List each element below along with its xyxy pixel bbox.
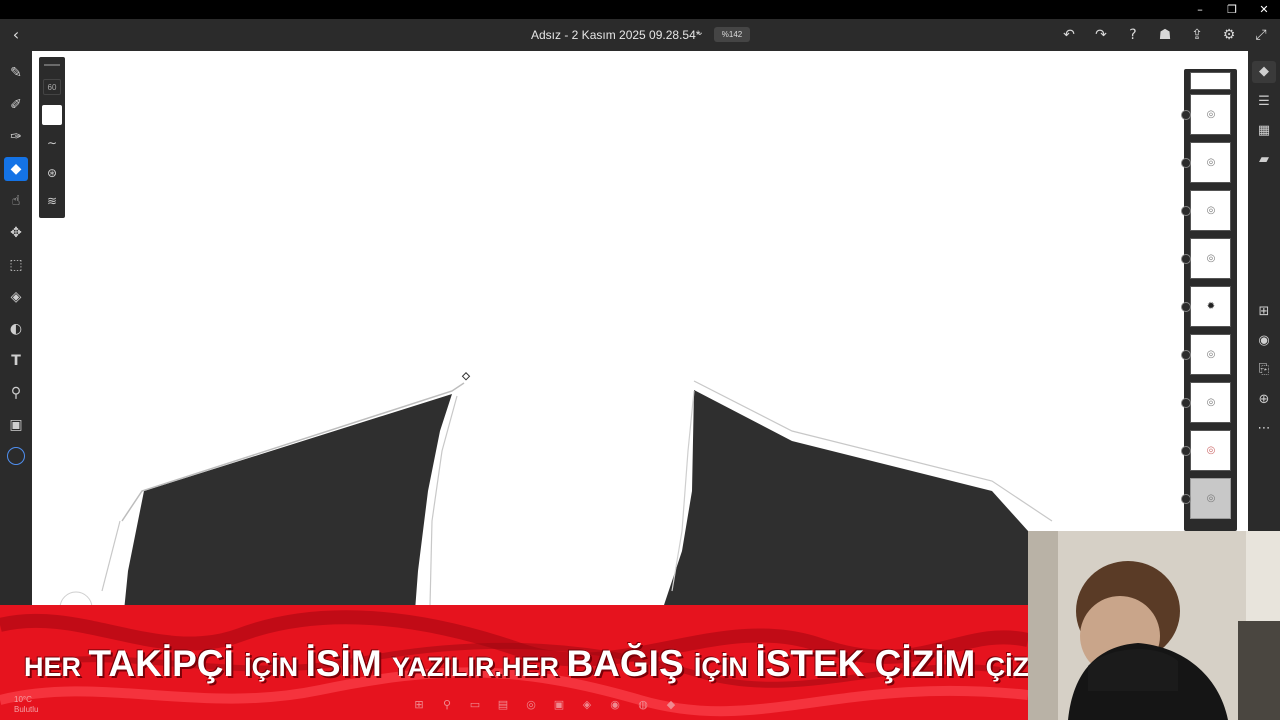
browser-icon[interactable]: ◎ [522,697,540,713]
undo-icon[interactable]: ↶ [1056,24,1082,46]
layer-thumbnail-selected[interactable]: ◎ [1181,478,1231,519]
taskbar-icons: ⊞ ⚲ ▭ ▤ ◎ ▣ ◈ ◉ ◍ ◆ [410,697,680,713]
more-icon[interactable]: ⋯ [1252,418,1276,440]
minimize-button[interactable]: – [1184,0,1216,19]
fresco-icon[interactable]: ◆ [662,697,680,713]
grid-icon[interactable]: ▦ [1252,120,1276,142]
redo-icon[interactable]: ↷ [1088,24,1114,46]
eye-hidden-icon[interactable]: ◎ [1203,443,1219,459]
app-icon[interactable]: ◈ [578,697,596,713]
liquify-icon[interactable]: ◐ [4,317,28,341]
eye-hidden-icon[interactable]: ◎ [1203,395,1219,411]
taskview-icon[interactable]: ▭ [466,697,484,713]
weather-desc: Bulutlu [14,705,39,714]
banner-word: İÇİN [693,652,756,682]
app-bar: ‹ Adsız - 2 Kasım 2025 09.28.54* ⌄ %142 … [0,19,1280,51]
banner-word: İSİM [305,643,392,684]
eyedropper-icon[interactable]: ⚲ [4,381,28,405]
taskbar-ghost: 10°C Bulutlu ⊞ ⚲ ▭ ▤ ◎ ▣ ◈ ◉ ◍ ◆ [0,692,1028,720]
sketch-line-left-outer [101,520,121,592]
store-icon[interactable]: ▣ [550,697,568,713]
learn-icon[interactable]: ☗ [1152,24,1178,46]
eraser-icon[interactable]: ◆ [4,157,28,181]
eraser-cursor [461,372,471,381]
brush-settings-icon[interactable]: ≋ [42,191,62,211]
eye-hidden-icon[interactable]: ◎ [1203,347,1219,363]
settings-icon[interactable]: ⚙ [1216,24,1242,46]
layer-thumbnail[interactable]: ◎ [1181,94,1231,135]
move-icon[interactable]: ✥ [4,221,28,245]
eye-hidden-icon[interactable]: ◎ [1203,203,1219,219]
layer-thumbnail[interactable]: ◎ [1181,334,1231,375]
right-shape [662,390,1028,611]
layer-thumbnail[interactable]: ◎ [1181,190,1231,231]
webcam-feed [1028,531,1280,720]
restore-button[interactable]: ❐ [1216,0,1248,19]
webcam-overlay [1028,531,1280,720]
banner-word: İSTEK ÇİZİM [755,643,986,684]
layer-thumbnail[interactable] [1190,72,1231,90]
visibility-icon[interactable]: ◉ [1252,330,1276,352]
app-window: – ❐ ✕ ‹ Adsız - 2 Kasım 2025 09.28.54* ⌄… [0,0,1280,720]
close-button[interactable]: ✕ [1248,0,1280,19]
weather-widget[interactable]: 10°C Bulutlu [14,695,38,715]
panel-handle[interactable] [44,64,60,66]
layer-thumbnail[interactable]: ◎ [1181,238,1231,279]
color-icon[interactable] [4,444,28,468]
brush-panel: 60 ∼ ⊛ ≋ [39,57,65,218]
back-button[interactable]: ‹ [6,25,26,45]
eye-hidden-icon[interactable]: ◎ [1203,491,1219,507]
banner-word: YAZILIR.HER [391,652,567,682]
title-bar: – ❐ ✕ [0,0,1280,19]
mixer-brush-icon[interactable]: ✑ [4,125,28,149]
top-actions: ↶ ↷ ? ☗ ⇪ ⚙ ⤢ [1056,24,1274,46]
start-icon[interactable]: ⊞ [410,697,428,713]
mask-icon[interactable]: ⎘ [1252,359,1276,381]
banner-word: BAĞIŞ [566,643,694,684]
app-icon[interactable]: ◍ [634,697,652,713]
banner-text: HER TAKİPÇİ İÇİN İSİM YAZILIR.HER BAĞIŞ … [24,643,1028,685]
zoom-level[interactable]: %142 [714,27,750,42]
layer-thumbnail[interactable]: ◎ [1181,430,1231,471]
image-icon[interactable]: ▣ [4,413,28,437]
banner-word: HER [24,652,89,682]
search-icon[interactable]: ⚲ [438,697,456,713]
fullscreen-icon[interactable]: ⤢ [1248,24,1274,46]
layer-thumbnail[interactable]: ✹ [1181,286,1231,327]
blend-icon[interactable]: ⊕ [1252,389,1276,411]
add-layer-icon[interactable]: ⊞ [1252,301,1276,323]
banner-word: ÇİZİLİR [985,652,1028,682]
chevron-down-icon[interactable]: ⌄ [693,27,707,41]
layers-icon[interactable]: ◆ [1252,61,1276,83]
banner-word: İÇİN [244,652,306,682]
smudge-icon[interactable]: ☝ [4,189,28,213]
selection-icon[interactable]: ⬚ [4,253,28,277]
layer-thumbnail[interactable]: ◎ [1181,142,1231,183]
brush-color-swatch[interactable] [42,105,62,125]
left-shape [124,394,452,611]
layer-thumbnail[interactable]: ◎ [1181,382,1231,423]
eye-hidden-icon[interactable]: ◎ [1203,155,1219,171]
steam-icon[interactable]: ◉ [606,697,624,713]
layers-strip: ◎ ◎ ◎ ◎ ✹ ◎ ◎ ◎ ◎ [1181,69,1237,531]
text-icon[interactable]: T [4,349,28,373]
stroke-icon[interactable]: ∼ [42,133,62,153]
fill-icon[interactable]: ◈ [4,285,28,309]
flow-icon[interactable]: ⊛ [42,163,62,183]
document-title[interactable]: Adsız - 2 Kasım 2025 09.28.54* [531,28,700,42]
pixel-brush-icon[interactable]: ✎ [4,61,28,85]
eye-hidden-icon[interactable]: ✹ [1203,299,1219,315]
paint-brush-icon[interactable]: ✐ [4,93,28,117]
brush-size[interactable]: 60 [43,79,61,95]
banner-word: TAKİPÇİ [88,643,245,684]
help-icon[interactable]: ? [1120,24,1146,46]
comments-icon[interactable]: ▰ [1252,149,1276,171]
adjustments-icon[interactable]: ☰ [1252,91,1276,113]
explorer-icon[interactable]: ▤ [494,697,512,713]
weather-temp: 10°C [14,695,32,704]
eye-hidden-icon[interactable]: ◎ [1203,107,1219,123]
window-controls: – ❐ ✕ [1184,0,1280,19]
eye-hidden-icon[interactable]: ◎ [1203,251,1219,267]
share-icon[interactable]: ⇪ [1184,24,1210,46]
